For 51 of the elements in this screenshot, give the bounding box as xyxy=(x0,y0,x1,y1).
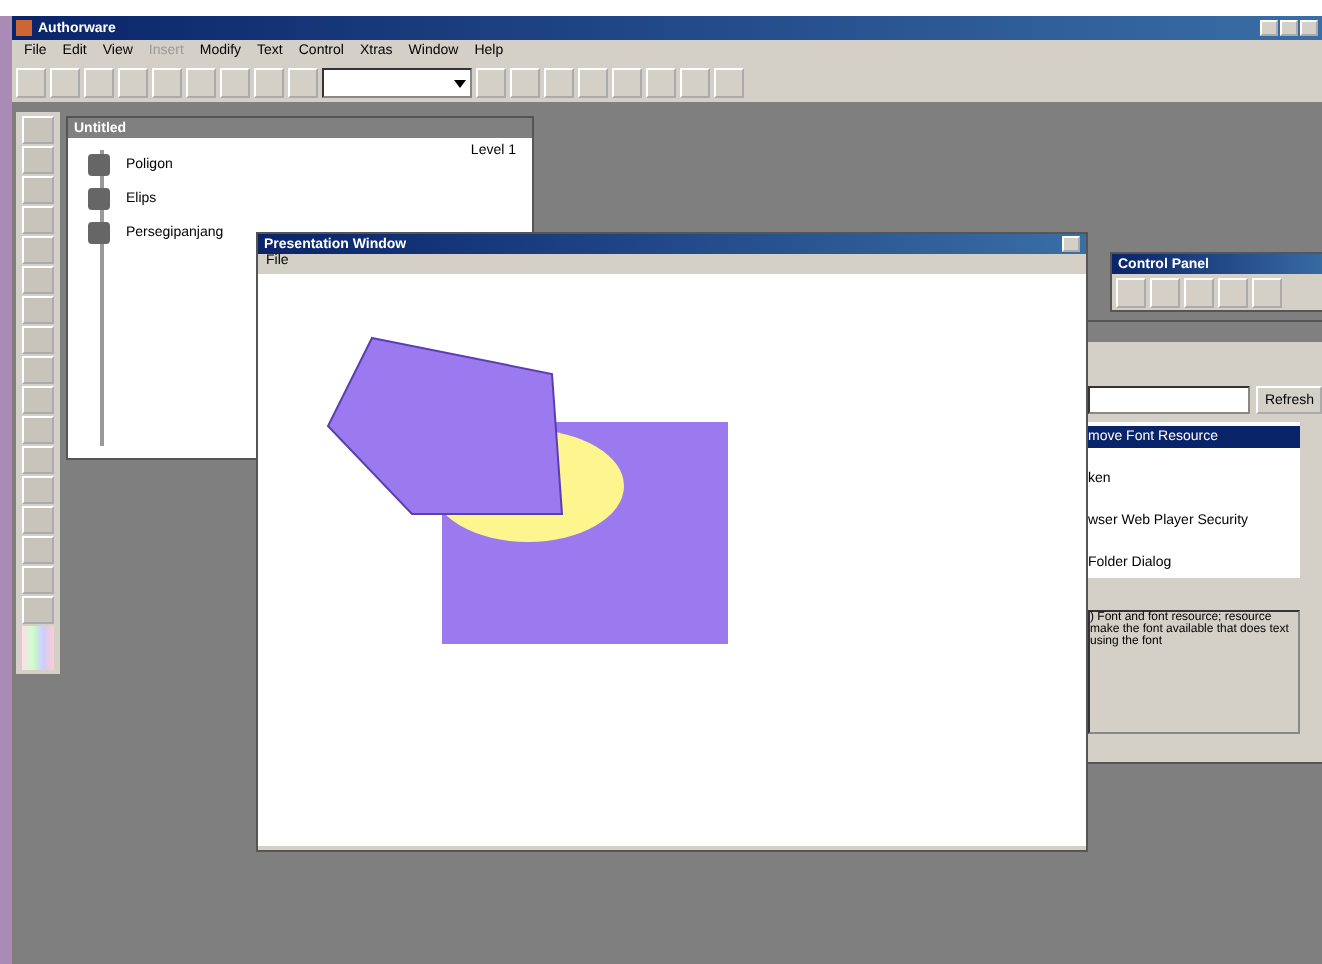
icon-palette-button[interactable] xyxy=(22,506,54,534)
minimize-button[interactable] xyxy=(1260,20,1278,36)
toolbar-button[interactable] xyxy=(714,68,744,98)
toolbar-button[interactable] xyxy=(288,68,318,98)
close-button[interactable] xyxy=(1300,20,1318,36)
toolbar-button[interactable] xyxy=(646,68,676,98)
toolbar-button[interactable] xyxy=(578,68,608,98)
icon-palette-button[interactable] xyxy=(22,116,54,144)
category-field[interactable] xyxy=(1088,386,1251,414)
playback-button[interactable] xyxy=(1150,278,1180,308)
display-icon[interactable] xyxy=(88,154,110,176)
playback-button[interactable] xyxy=(1218,278,1248,308)
toolbar-button[interactable] xyxy=(476,68,506,98)
toolbar-button[interactable] xyxy=(254,68,284,98)
icon-palette-button[interactable] xyxy=(22,566,54,594)
toolbar-button[interactable] xyxy=(16,68,46,98)
dropdown-arrow-icon xyxy=(454,79,466,87)
maximize-button[interactable] xyxy=(1280,20,1298,36)
toolbar-button[interactable] xyxy=(510,68,540,98)
app-icon xyxy=(16,20,32,36)
toolbar-button[interactable] xyxy=(612,68,642,98)
toolbar-button[interactable] xyxy=(84,68,114,98)
toolbar-button[interactable] xyxy=(544,68,574,98)
icon-palette-button[interactable] xyxy=(22,296,54,324)
icon-palette-button[interactable] xyxy=(22,356,54,384)
close-button[interactable] xyxy=(1062,236,1080,252)
color-swatch-icon[interactable] xyxy=(22,626,54,670)
toolbar-button[interactable] xyxy=(50,68,80,98)
icon-palette-button[interactable] xyxy=(22,596,54,624)
dropdown-field[interactable] xyxy=(322,68,472,98)
icon-palette-button[interactable] xyxy=(22,176,54,204)
playback-button[interactable] xyxy=(1252,278,1282,308)
icon-palette-button[interactable] xyxy=(22,386,54,414)
icon-palette-button[interactable] xyxy=(22,476,54,504)
icon-palette-button[interactable] xyxy=(22,146,54,174)
playback-button[interactable] xyxy=(1116,278,1146,308)
toolbar-button[interactable] xyxy=(186,68,216,98)
icon-palette-button[interactable] xyxy=(22,206,54,234)
display-icon[interactable] xyxy=(88,222,110,244)
icon-palette-button[interactable] xyxy=(22,416,54,444)
display-icon[interactable] xyxy=(88,188,110,210)
icon-palette-button[interactable] xyxy=(22,446,54,474)
playback-button[interactable] xyxy=(1184,278,1214,308)
toolbar-button[interactable] xyxy=(118,68,148,98)
toolbar-button[interactable] xyxy=(152,68,182,98)
icon-palette-button[interactable] xyxy=(22,236,54,264)
toolbar-button[interactable] xyxy=(680,68,710,98)
icon-palette-button[interactable] xyxy=(22,326,54,354)
icon-palette-button[interactable] xyxy=(22,536,54,564)
icon-palette-button[interactable] xyxy=(22,266,54,294)
toolbar-button[interactable] xyxy=(220,68,250,98)
